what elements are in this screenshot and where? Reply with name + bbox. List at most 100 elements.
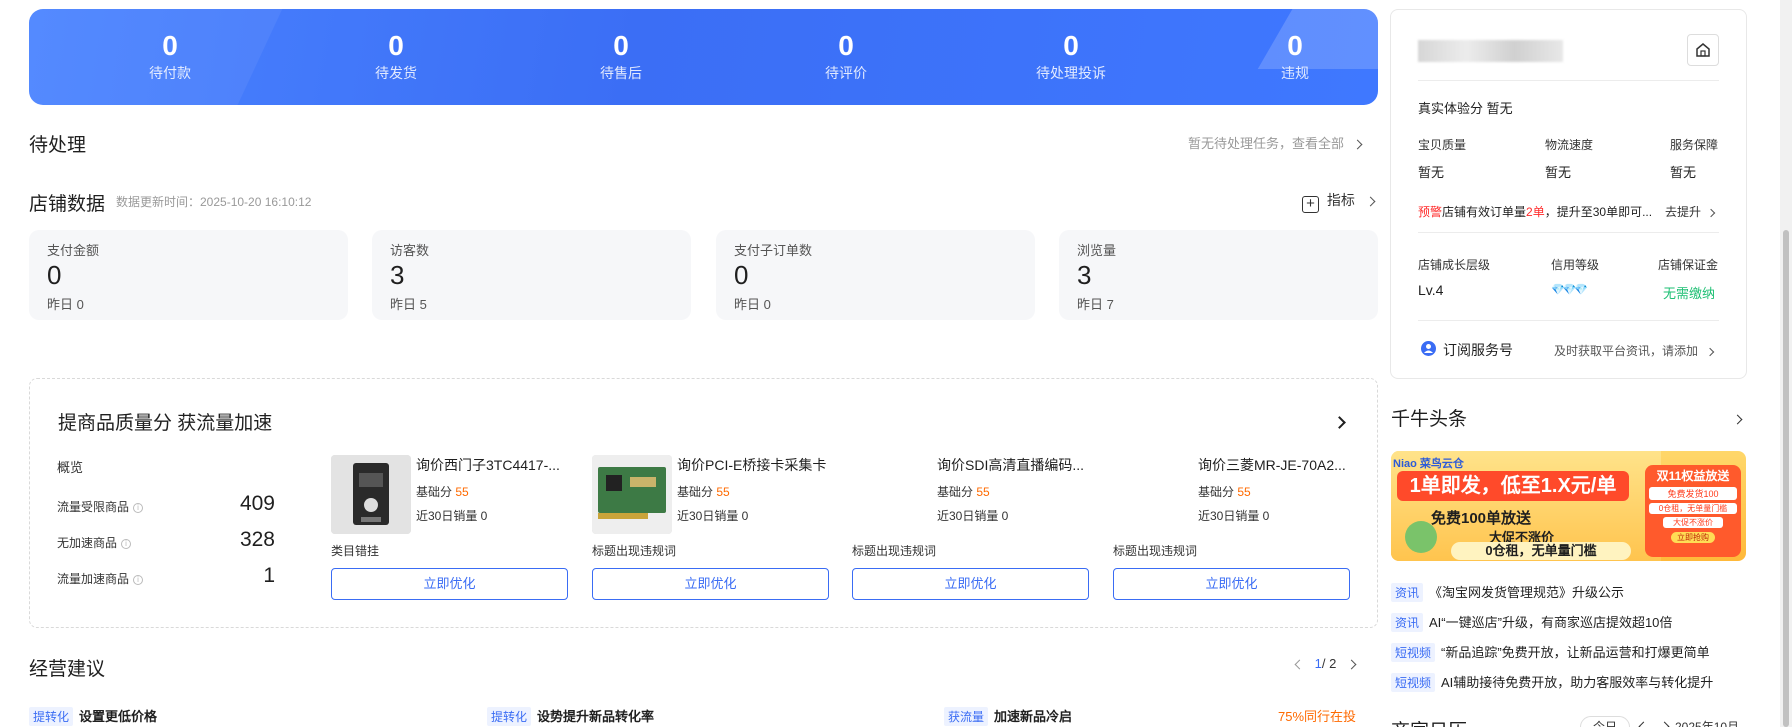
warning-text: 店铺有效订单量 [1442, 205, 1527, 219]
page-scrollbar[interactable] [1780, 0, 1792, 727]
promo-slogan-2: 0仓租，无单量门槛 [1451, 542, 1631, 560]
product-name[interactable]: 询价SDI高清直播编码... [937, 455, 1093, 475]
base-label: 基础分 [937, 485, 974, 499]
overview-row-boosted[interactable]: 流量加速商品 i 1 [57, 564, 275, 587]
promo-cta: 立即抢购 [1671, 532, 1715, 543]
stat-pending-review[interactable]: 0 待评价 [756, 29, 936, 83]
calendar-today-button[interactable]: 今日 [1580, 716, 1631, 727]
metric-card-visitors[interactable]: 访客数 3 昨日 5 [372, 230, 691, 320]
metric-title: 浏览量 [1077, 243, 1117, 258]
score-label: 宝贝质量 [1418, 138, 1467, 152]
warning-improve-link[interactable]: 去提升 [1665, 203, 1716, 220]
metric-yesterday: 昨日 5 [390, 297, 427, 312]
news-item[interactable]: 短视频 AI辅助接待免费开放，助力客服效率与转化提升 [1391, 672, 1713, 692]
metric-card-orders[interactable]: 支付子订单数 0 昨日 0 [716, 230, 1035, 320]
advice-text: 设势提升新品转化率 [537, 709, 655, 724]
product-issue: 标题出现违规词 [592, 544, 677, 558]
stat-after-sales[interactable]: 0 待售后 [531, 29, 711, 83]
advice-pager: 1/ 2 [1294, 656, 1357, 671]
product-base-score: 基础分 55 [677, 483, 730, 500]
chevron-right-icon [1707, 208, 1716, 218]
experience-value: 暂无 [1486, 101, 1513, 116]
metric-card-payment[interactable]: 支付金额 0 昨日 0 [29, 230, 348, 320]
scrollbar-thumb[interactable] [1783, 230, 1789, 727]
shop-name-blurred [1418, 40, 1563, 62]
stat-value: 0 [162, 30, 178, 61]
stat-pending-payment[interactable]: 0 待付款 [80, 29, 260, 83]
stat-value: 0 [388, 30, 404, 61]
news-tag: 短视频 [1391, 643, 1436, 662]
chevron-right-icon[interactable] [1659, 721, 1670, 727]
subscribe-link[interactable]: 及时获取平台资讯，请添加 [1554, 342, 1715, 359]
product-image[interactable] [592, 455, 672, 534]
optimize-button[interactable]: 立即优化 [852, 568, 1089, 600]
home-button[interactable] [1687, 34, 1719, 66]
headlines-more-button[interactable] [1732, 410, 1743, 428]
chevron-left-icon[interactable] [1638, 721, 1649, 727]
promo-badge-line: 免费发货100 [1649, 487, 1737, 500]
credit-label: 信用等级 [1551, 258, 1600, 272]
chevron-right-icon [1732, 414, 1743, 425]
pending-view-all-link[interactable]: 暂无待处理任务，查看全部 [1188, 133, 1363, 152]
chevron-left-icon[interactable] [1294, 659, 1305, 670]
optimize-button[interactable]: 立即优化 [331, 568, 568, 600]
stat-value: 0 [613, 30, 629, 61]
info-icon: i [121, 539, 132, 549]
subscribe-label[interactable]: 订阅服务号 [1443, 340, 1513, 360]
product-image[interactable] [331, 455, 411, 534]
quality-more-button[interactable] [1333, 414, 1346, 432]
chevron-right-icon [1333, 416, 1346, 429]
stat-violations[interactable]: 0 违规 [1205, 29, 1378, 83]
info-icon: i [133, 575, 144, 585]
product-name[interactable]: 询价三菱MR-JE-70A2... [1198, 455, 1354, 475]
chevron-right-icon [1365, 196, 1376, 207]
metric-value: 3 [1077, 260, 1092, 290]
pager-current: 1 [1314, 656, 1322, 671]
overview-row-label: 无加速商品 [57, 536, 118, 550]
peer-rate: 75%同行在投 [1278, 709, 1357, 724]
metric-card-pageviews[interactable]: 浏览量 3 昨日 7 [1059, 230, 1378, 320]
advice-item[interactable]: 提转化 设置更低价格 [29, 706, 157, 726]
overview-row-limited[interactable]: 流量受限商品 i 409 [57, 492, 275, 515]
order-status-banner: 0 待付款 0 待发货 0 待售后 0 待评价 0 待处理投诉 0 违规 [29, 9, 1378, 105]
base-value: 55 [716, 485, 730, 499]
base-value: 55 [1237, 485, 1251, 499]
deposit-value[interactable]: 无需缴纳 [1663, 283, 1715, 302]
advice-item[interactable]: 获流量 加速新品冷启 [944, 706, 1072, 726]
metric-yesterday: 昨日 0 [47, 297, 84, 312]
chevron-right-icon[interactable] [1346, 659, 1357, 670]
product-sales: 近30日销量 0 [677, 509, 749, 523]
news-item[interactable]: 资讯 《淘宝网发货管理规范》升级公示 [1391, 582, 1624, 602]
news-text: 《淘宝网发货管理规范》升级公示 [1429, 585, 1625, 600]
headlines-title: 千牛头条 [1391, 409, 1468, 430]
calendar-nav[interactable] [1638, 718, 1670, 727]
promo-badge-text: 双11权益放送 [1656, 469, 1730, 483]
metric-value: 0 [734, 260, 749, 290]
stat-value: 0 [1063, 30, 1079, 61]
overview-row-label: 流量加速商品 [57, 572, 130, 586]
calendar-title: 商家日历 [1391, 716, 1467, 727]
stat-label: 待售后 [600, 65, 642, 81]
stat-complaints[interactable]: 0 待处理投诉 [981, 29, 1161, 83]
news-item[interactable]: 短视频 “新品追踪”免费开放，让新品运营和打爆更简单 [1391, 642, 1710, 662]
promo-brand: Niao 菜鸟云仓 [1393, 458, 1464, 470]
news-item[interactable]: 资讯 AI“一键巡店”升级，有商家巡店提效超10倍 [1391, 612, 1672, 632]
product-name[interactable]: 询价PCI-E桥接卡采集卡 [677, 455, 833, 475]
product-name[interactable]: 询价西门子3TC4417-... [416, 455, 572, 475]
stat-pending-shipment[interactable]: 0 待发货 [306, 29, 486, 83]
level-value[interactable]: Lv.4 [1418, 282, 1443, 298]
chevron-right-icon [1352, 139, 1363, 150]
promo-banner[interactable]: Niao 菜鸟云仓 1单即发，低至1.X元/单 免费100单放送 大促不涨价 0… [1391, 451, 1746, 561]
advice-title: 经营建议 [29, 659, 106, 680]
credit-diamonds[interactable]: 💎💎💎 [1551, 283, 1588, 296]
experience-score[interactable]: 真实体验分 暂无 [1418, 98, 1513, 117]
optimize-button[interactable]: 立即优化 [1113, 568, 1350, 600]
warning-row[interactable]: 预警店铺有效订单量2单，提升至30单即可... [1418, 203, 1652, 220]
optimize-button[interactable]: 立即优化 [592, 568, 829, 600]
metrics-button[interactable]: + 指标 [1302, 190, 1376, 213]
promo-badge: 双11权益放送 免费发货100 0仓租，无单量门槛 大促不涨价 立即抢购 [1645, 465, 1741, 557]
overview-row-no-boost[interactable]: 无加速商品 i 328 [57, 528, 275, 551]
advice-item[interactable]: 提转化 设势提升新品转化率 [487, 706, 654, 726]
stat-label: 待发货 [375, 65, 417, 81]
overview-row-label: 流量受限商品 [57, 500, 130, 514]
